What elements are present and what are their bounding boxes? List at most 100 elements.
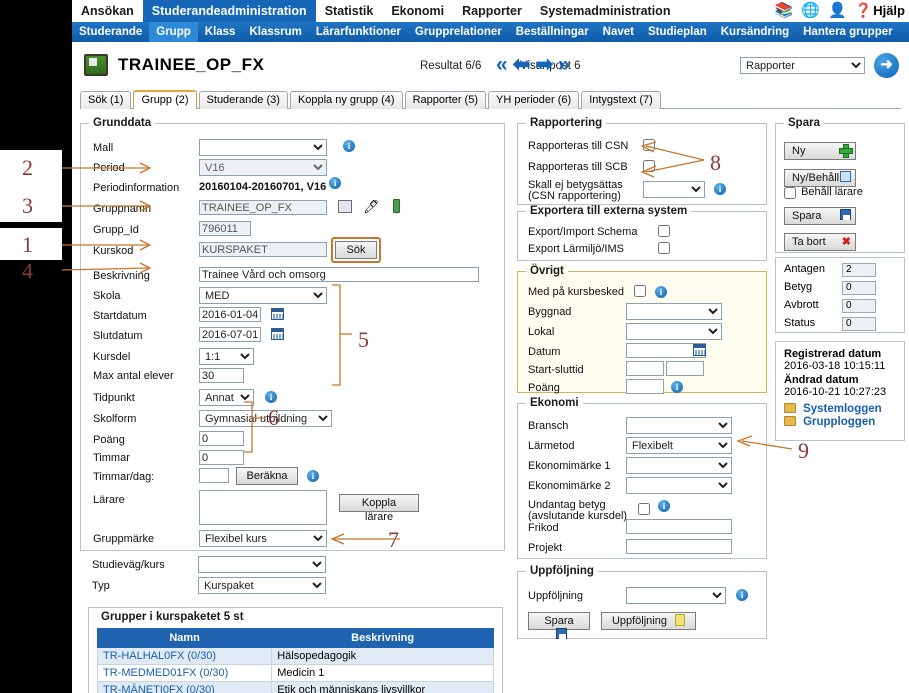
help-label[interactable]: Hjälp: [873, 3, 905, 18]
kursdel-select[interactable]: 1:1: [199, 348, 254, 365]
startdatum-calendar-icon[interactable]: [271, 308, 284, 320]
undantag-betyg-checkbox[interactable]: [638, 503, 650, 515]
larare-textarea[interactable]: [199, 490, 327, 525]
systemloggen-link[interactable]: Systemloggen: [803, 403, 882, 415]
export-import-schema-checkbox[interactable]: [658, 225, 670, 237]
ny-button[interactable]: Ny: [784, 142, 856, 160]
page-tab-yh-perioder[interactable]: YH perioder (6): [487, 91, 580, 109]
page-tab-studerande[interactable]: Studerande (3): [198, 91, 288, 109]
last-record-icon[interactable]: »: [558, 52, 570, 78]
slutdatum-calendar-icon[interactable]: [271, 328, 284, 340]
rapporteras-csn-checkbox[interactable]: [643, 139, 655, 151]
cell-namn[interactable]: TR-MEDMED01FX (0/30): [96, 664, 273, 682]
tidpunkt-select[interactable]: Annat: [199, 389, 254, 406]
systemloggen-link-row[interactable]: Systemloggen: [784, 403, 904, 415]
schedule-icon[interactable]: [338, 200, 352, 213]
next-record-icon[interactable]: ➡: [535, 52, 553, 78]
page-tab-grupp[interactable]: Grupp (2): [133, 90, 197, 109]
tab-navet[interactable]: Navet: [596, 22, 641, 42]
grupploggen-link-row[interactable]: Grupploggen: [784, 416, 904, 428]
ovrigt-datum-calendar-icon[interactable]: [693, 344, 706, 356]
tab-bestallningar[interactable]: Beställningar: [509, 22, 596, 42]
poang-input[interactable]: [199, 431, 244, 446]
table-row[interactable]: TR-HALHAL0FX (0/30) Hälsopedagogik: [96, 647, 494, 665]
studievag-select[interactable]: [198, 556, 326, 573]
page-tab-intygstext[interactable]: Intygstext (7): [581, 91, 661, 109]
menu-item-statistik[interactable]: Statistik: [316, 0, 383, 22]
globe-icon[interactable]: 🌐: [801, 1, 820, 19]
help-icon[interactable]: ❓: [855, 2, 872, 19]
skola-select[interactable]: MED: [199, 287, 327, 304]
rapporteras-scb-checkbox[interactable]: [643, 160, 655, 172]
tab-studieplan[interactable]: Studieplan: [641, 22, 714, 42]
tab-hantera-grupper[interactable]: Hantera grupper: [796, 22, 899, 42]
kursbesked-info-icon[interactable]: i: [655, 286, 667, 298]
tab-klass[interactable]: Klass: [198, 22, 243, 42]
table-row[interactable]: TR-MÄNETI0FX (0/30) Etik och människans l…: [96, 681, 494, 693]
tidpunkt-info-icon[interactable]: i: [265, 391, 277, 403]
previous-record-icon[interactable]: ⬅: [513, 52, 531, 78]
cell-namn[interactable]: TR-MÄNETI0FX (0/30): [96, 681, 273, 693]
first-record-icon[interactable]: «: [496, 52, 508, 78]
berakna-info-icon[interactable]: i: [307, 470, 319, 482]
tab-kursandring[interactable]: Kursändring: [714, 22, 796, 42]
med-pa-kursbesked-checkbox[interactable]: [634, 285, 646, 297]
tab-lararfunktioner[interactable]: Lärarfunktioner: [309, 22, 408, 42]
ovrigt-poang-info-icon[interactable]: i: [671, 381, 683, 393]
phone-icon[interactable]: [393, 199, 400, 213]
uppfoljning-button[interactable]: Uppföljning: [601, 612, 696, 630]
betygsattas-info-icon[interactable]: i: [714, 183, 726, 195]
sluttid-input[interactable]: [666, 361, 704, 376]
menu-item-systemadministration[interactable]: Systemadministration: [531, 0, 680, 22]
mall-info-icon[interactable]: i: [343, 140, 355, 152]
uppfoljning-select[interactable]: [626, 587, 726, 604]
startdatum-input[interactable]: [199, 307, 261, 322]
spara-button[interactable]: Spara: [784, 207, 856, 225]
spara-uppfoljning-button[interactable]: Spara: [528, 612, 590, 639]
ekonomimarke-1-select[interactable]: [626, 457, 732, 474]
menu-item-ekonomi[interactable]: Ekonomi: [382, 0, 453, 22]
page-tab-koppla-ny-grupp[interactable]: Koppla ny grupp (4): [289, 91, 403, 109]
ta-bort-button[interactable]: Ta bort ✖: [784, 233, 856, 251]
page-tab-sok[interactable]: Sök (1): [80, 91, 132, 109]
tab-studerande[interactable]: Studerande: [72, 22, 149, 42]
page-tab-rapporter[interactable]: Rapporter (5): [404, 91, 486, 109]
lokal-select[interactable]: [626, 323, 722, 340]
uppfoljning-info-icon[interactable]: i: [736, 589, 748, 601]
byggnad-select[interactable]: [626, 303, 722, 320]
cell-namn[interactable]: TR-HALHAL0FX (0/30): [96, 647, 273, 665]
tab-grupprelationer[interactable]: Grupprelationer: [408, 22, 509, 42]
koppla-larare-button[interactable]: Koppla lärare: [339, 494, 419, 523]
beskrivning-input[interactable]: [199, 267, 479, 282]
skolform-select[interactable]: Gymnasial utbildning: [199, 410, 332, 427]
betygsattas-select[interactable]: [643, 181, 705, 198]
starttid-input[interactable]: [626, 361, 664, 376]
tab-grupp[interactable]: Grupp: [149, 22, 198, 42]
period-select[interactable]: V16: [199, 159, 327, 176]
table-row[interactable]: TR-MEDMED01FX (0/30) Medicin 1: [96, 664, 494, 682]
typ-select[interactable]: Kurspaket: [198, 577, 326, 594]
grupploggen-link[interactable]: Grupploggen: [803, 416, 875, 428]
ovrigt-poang-input[interactable]: [626, 379, 664, 394]
menu-item-rapporter[interactable]: Rapporter: [453, 0, 531, 22]
projekt-input[interactable]: [626, 539, 732, 554]
frikod-input[interactable]: [626, 519, 732, 534]
menu-item-ansokan[interactable]: Ansökan: [72, 0, 143, 22]
behall-larare-checkbox[interactable]: [784, 187, 796, 199]
report-select[interactable]: Rapporter: [740, 57, 865, 74]
books-icon[interactable]: 📚: [775, 1, 794, 19]
periodinformation-info-icon[interactable]: i: [329, 177, 341, 189]
gruppnamn-input[interactable]: [199, 200, 327, 215]
edit-icon[interactable]: 🖊: [363, 199, 380, 215]
go-button[interactable]: ➜: [874, 53, 899, 78]
timmar-input[interactable]: [199, 450, 244, 465]
mall-select[interactable]: [199, 139, 327, 156]
bransch-select[interactable]: [626, 417, 732, 434]
undantag-info-icon[interactable]: i: [658, 500, 670, 512]
user-check-icon[interactable]: 👤: [828, 1, 847, 19]
ny-behall-button[interactable]: Ny/Behåll: [784, 169, 856, 187]
larmetod-select[interactable]: Flexibelt: [626, 437, 732, 454]
slutdatum-input[interactable]: [199, 327, 261, 342]
max-antal-elever-input[interactable]: [199, 368, 244, 383]
berakna-button[interactable]: Beräkna: [236, 467, 298, 485]
